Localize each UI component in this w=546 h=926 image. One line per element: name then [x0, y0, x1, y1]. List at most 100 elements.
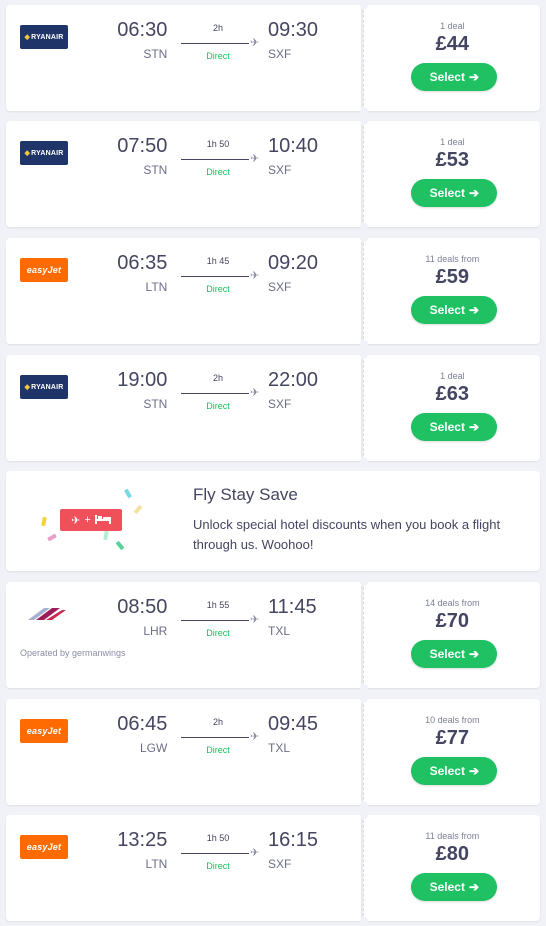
select-button[interactable]: Select ➔ [411, 757, 498, 785]
arrow-right-icon: ➔ [468, 70, 480, 84]
harp-icon: ◆ [24, 150, 31, 157]
price: £77 [435, 727, 470, 749]
easyjet-logo: easyJet [20, 258, 68, 282]
flight-duration: 2h [212, 717, 223, 727]
ticket-notch [360, 811, 368, 819]
price-panel: 14 deals from £70 Select ➔ [363, 582, 540, 688]
harp-icon: ◆ [24, 34, 31, 41]
easyjet-logo: easyJet [20, 719, 68, 743]
departure-airport: STN [143, 163, 168, 177]
route-line [181, 620, 249, 621]
departure-airport: LHR [143, 624, 168, 638]
arrow-right-icon: ➔ [468, 647, 480, 661]
flight-card[interactable]: easyJet 13:25 LTN 1h 50 ✈ Direct 16:15 S… [6, 811, 540, 925]
flight-card[interactable]: ◆ RYANAIR 06:30 STN 2h ✈ Direct 09:30 SX… [6, 1, 540, 115]
select-button[interactable]: Select ➔ [411, 873, 498, 901]
ryanair-logo: ◆ RYANAIR [20, 25, 68, 49]
price: £70 [435, 610, 470, 632]
select-label: Select [429, 186, 465, 200]
flight-info: ◆ RYANAIR 07:50 STN 1h 50 ✈ Direct 10:40… [6, 121, 362, 227]
route-line [181, 393, 249, 394]
departure-airport: LTN [145, 280, 168, 294]
route-line [181, 43, 249, 44]
departure-airport: LTN [145, 857, 168, 871]
price-panel: 11 deals from £80 Select ➔ [363, 815, 540, 921]
ticket-notch [360, 340, 368, 348]
select-button[interactable]: Select ➔ [411, 640, 498, 668]
flight-card[interactable]: easyJet 06:35 LTN 1h 45 ✈ Direct 09:20 S… [6, 234, 540, 348]
bed-icon [94, 514, 111, 527]
ticket-notch [360, 1, 368, 9]
departure-time: 06:30 [117, 19, 168, 41]
arrival-time: 22:00 [268, 369, 319, 391]
arrow-right-icon: ➔ [468, 880, 480, 894]
select-button[interactable]: Select ➔ [411, 296, 498, 324]
flight-info: Operated by germanwings 08:50 LHR 1h 55 … [6, 582, 362, 688]
promo-card[interactable]: ✈ + Fly Stay Save Unlock special hotel d… [6, 471, 540, 571]
arrival-airport: SXF [268, 47, 292, 61]
plus-icon: + [84, 514, 91, 526]
plane-icon: ✈ [250, 731, 260, 743]
ryanair-logo: ◆ RYANAIR [20, 141, 68, 165]
arrival-airport: SXF [268, 163, 292, 177]
arrival-airport: SXF [268, 280, 292, 294]
select-label: Select [429, 764, 465, 778]
route-line [181, 737, 249, 738]
select-button[interactable]: Select ➔ [411, 63, 498, 91]
price: £44 [435, 33, 470, 55]
select-label: Select [429, 880, 465, 894]
harp-icon: ◆ [24, 384, 31, 391]
price: £63 [435, 383, 470, 405]
flight-duration: 1h 55 [206, 600, 230, 610]
departure-airport: STN [143, 397, 168, 411]
price: £53 [435, 149, 470, 171]
select-button[interactable]: Select ➔ [411, 179, 498, 207]
departure-time: 06:35 [117, 252, 168, 274]
flight-card[interactable]: ◆ RYANAIR 19:00 STN 2h ✈ Direct 22:00 SX… [6, 351, 540, 465]
arrival-time: 09:30 [268, 19, 319, 41]
plane-icon: ✈ [250, 387, 260, 399]
arrival-time: 09:45 [268, 713, 319, 735]
plane-icon: ✈ [71, 514, 81, 527]
ticket-notch [360, 117, 368, 125]
select-button[interactable]: Select ➔ [411, 413, 498, 441]
price-panel: 10 deals from £77 Select ➔ [363, 699, 540, 805]
confetti [115, 540, 125, 551]
flight-card[interactable]: easyJet 06:45 LGW 2h ✈ Direct 09:45 TXL … [6, 695, 540, 809]
ticket-notch [360, 695, 368, 703]
flight-results-list: ✈ + Fly Stay Save Unlock special hotel d… [0, 0, 546, 926]
flight-card[interactable]: Operated by germanwings 08:50 LHR 1h 55 … [6, 578, 540, 692]
price-panel: 1 deal £53 Select ➔ [363, 121, 540, 227]
price: £59 [435, 266, 470, 288]
arrow-right-icon: ➔ [468, 420, 480, 434]
arrival-time: 11:45 [268, 596, 317, 618]
ticket-notch [360, 801, 368, 809]
flight-card[interactable]: ◆ RYANAIR 07:50 STN 1h 50 ✈ Direct 10:40… [6, 117, 540, 231]
stops-label: Direct [206, 284, 230, 294]
hotel-flight-badge: ✈ + [60, 509, 122, 531]
arrival-time: 09:20 [268, 252, 319, 274]
ticket-notch [360, 917, 368, 925]
departure-airport: STN [143, 47, 168, 61]
promo-text: Unlock special hotel discounts when you … [193, 517, 501, 552]
price-panel: 1 deal £44 Select ➔ [363, 5, 540, 111]
deals-count: 1 deal [440, 371, 465, 381]
select-label: Select [429, 303, 465, 317]
airline-name: easyJet [26, 265, 62, 275]
departure-time: 07:50 [117, 135, 168, 157]
arrow-right-icon: ➔ [468, 764, 480, 778]
flight-info: easyJet 13:25 LTN 1h 50 ✈ Direct 16:15 S… [6, 815, 362, 921]
price-panel: 11 deals from £59 Select ➔ [363, 238, 540, 344]
confetti [124, 488, 132, 499]
stops-label: Direct [206, 167, 230, 177]
confetti [47, 533, 57, 542]
airline-name: RYANAIR [31, 33, 64, 41]
departure-time: 13:25 [117, 829, 168, 851]
airline-name: RYANAIR [31, 149, 64, 157]
flight-info: ◆ RYANAIR 06:30 STN 2h ✈ Direct 09:30 SX… [6, 5, 362, 111]
eurowings-logo [20, 602, 68, 626]
stops-label: Direct [206, 745, 230, 755]
flight-duration: 2h [212, 373, 223, 383]
arrival-airport: SXF [268, 857, 292, 871]
route-line [181, 276, 249, 277]
